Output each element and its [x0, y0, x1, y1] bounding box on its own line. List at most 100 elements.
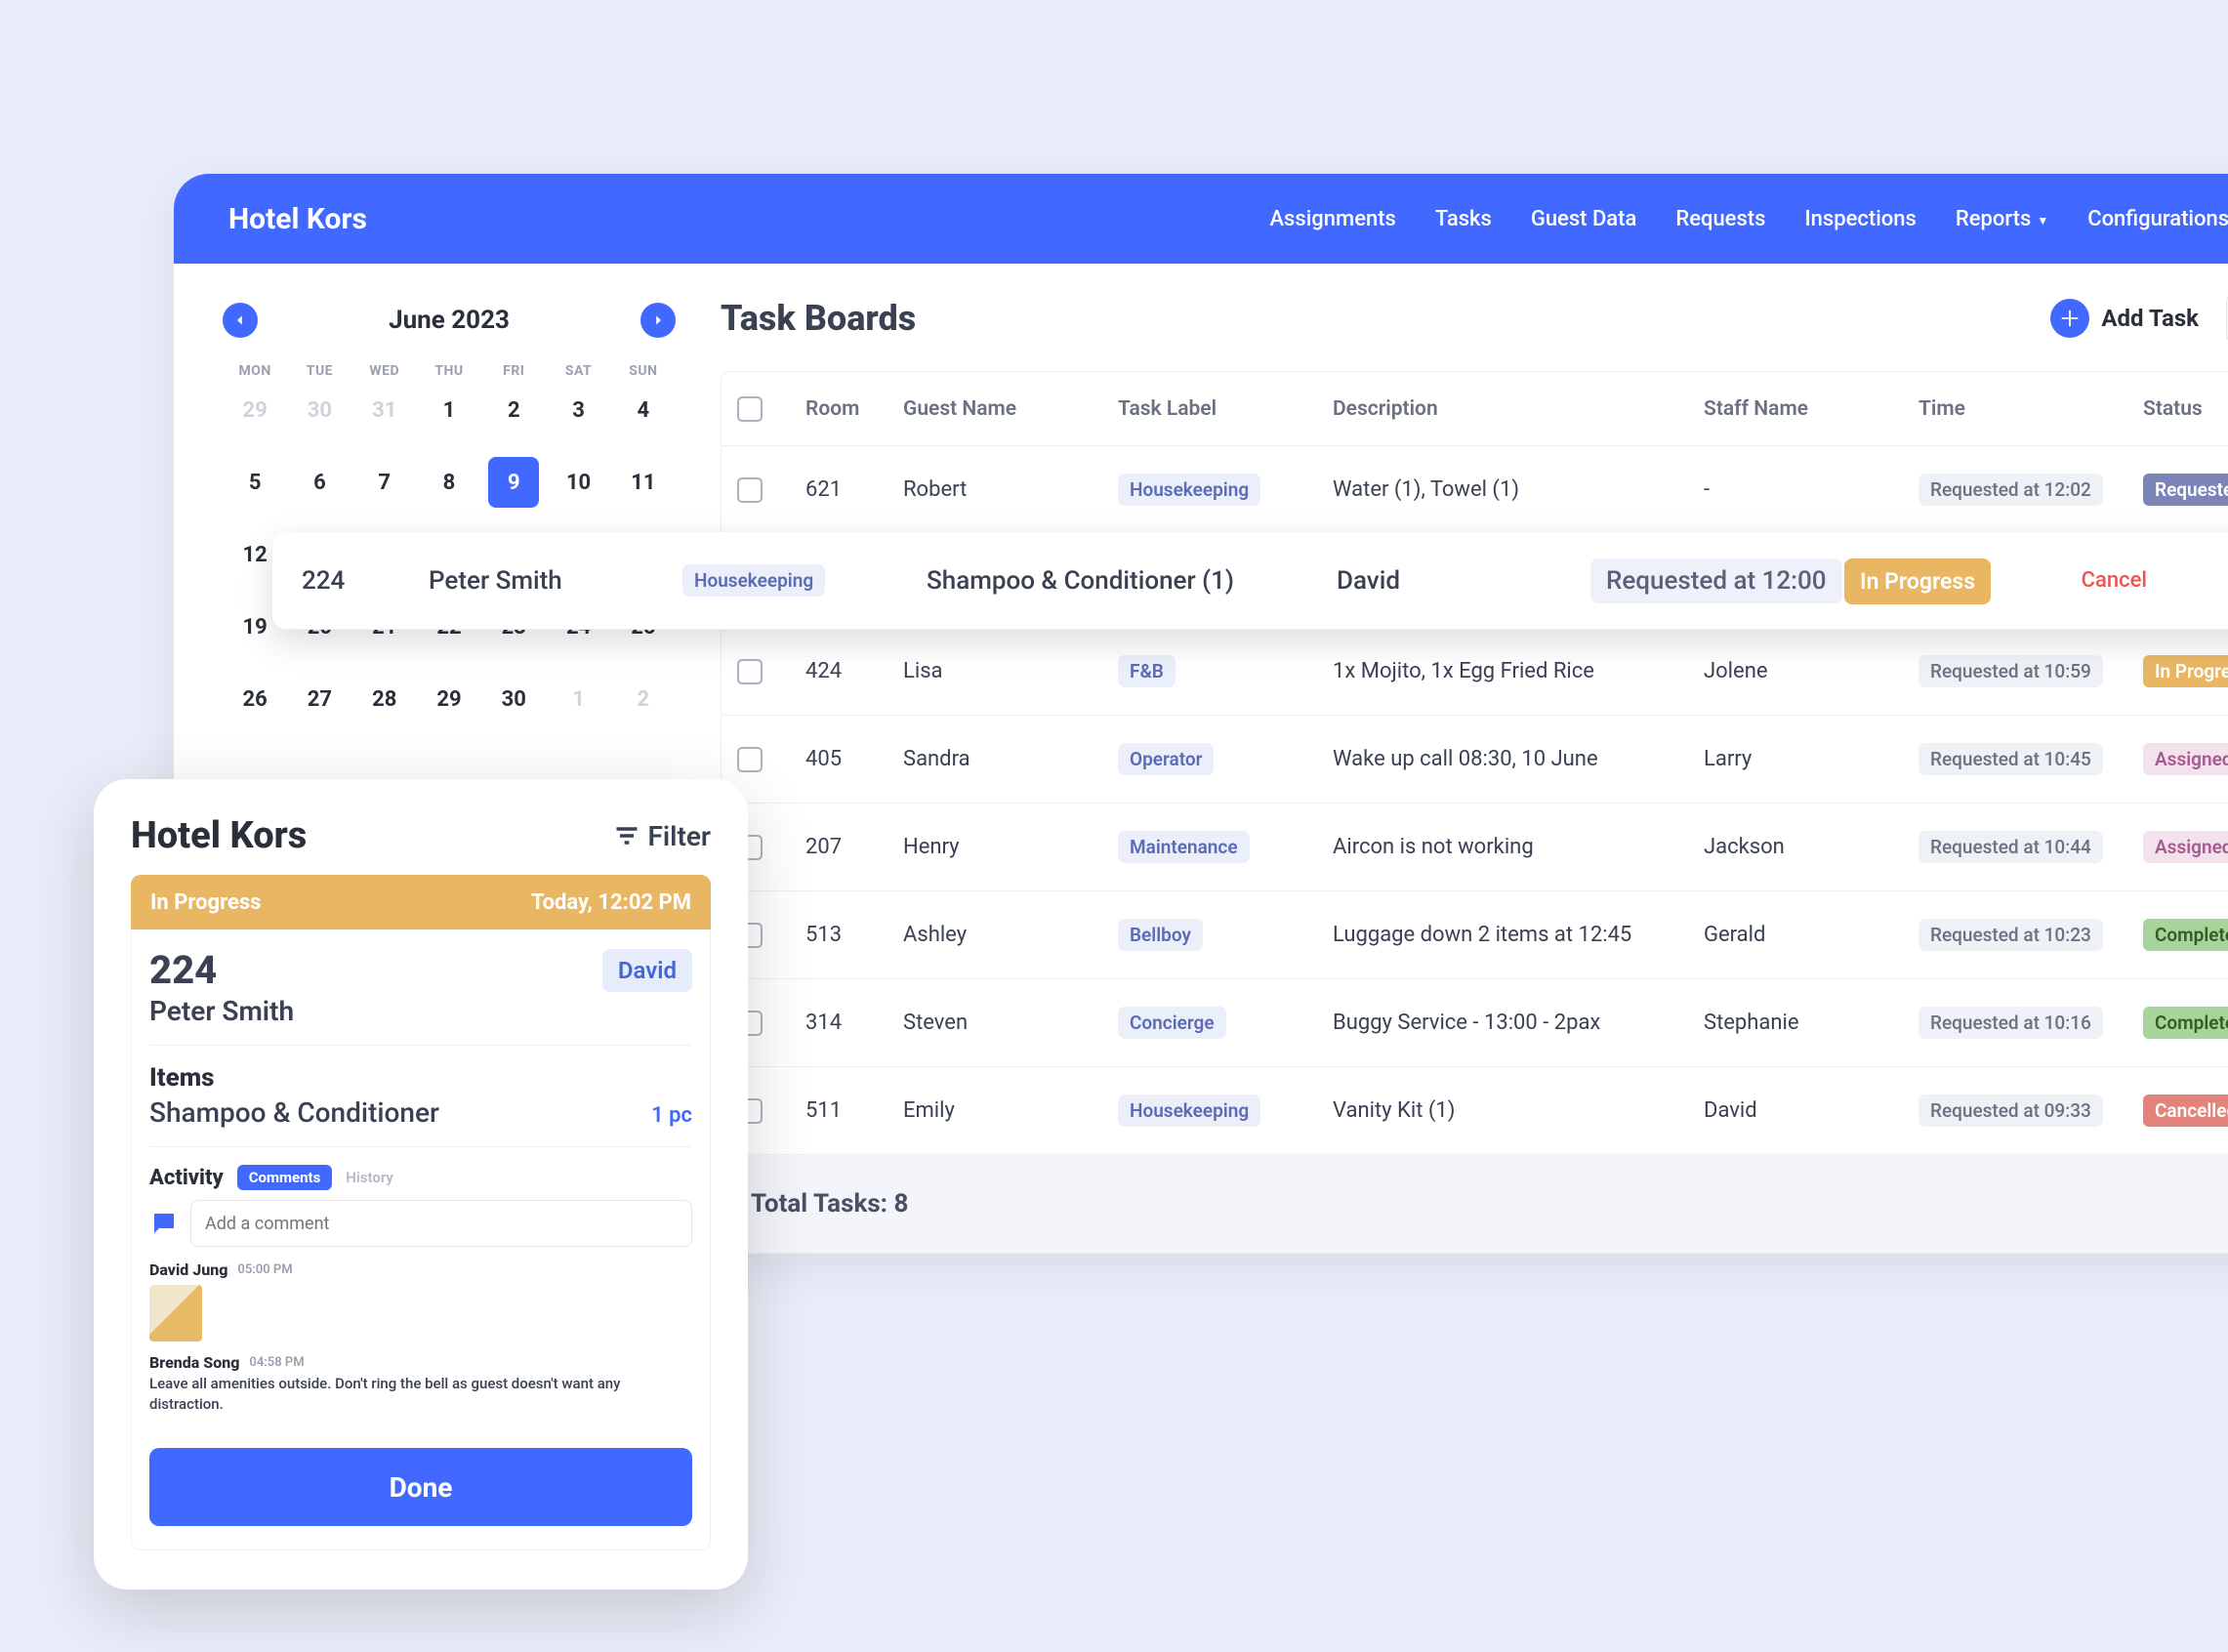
- nav-configurations-label: Configurations: [2087, 207, 2228, 231]
- nav-requests[interactable]: Requests: [1675, 207, 1765, 231]
- calendar-day-cell[interactable]: 3: [546, 391, 610, 430]
- row-checkbox[interactable]: [737, 747, 763, 772]
- tab-history[interactable]: History: [346, 1169, 393, 1186]
- select-all-checkbox[interactable]: [737, 396, 763, 422]
- table-row[interactable]: 405SandraOperatorWake up call 08:30, 10 …: [722, 716, 2228, 804]
- nav-inspections[interactable]: Inspections: [1804, 207, 1916, 231]
- cell-staff: David: [1337, 566, 1590, 596]
- nav-configurations[interactable]: Configurations▼: [2087, 207, 2228, 231]
- cell-staff: -: [1704, 477, 1919, 502]
- comment-input[interactable]: [190, 1200, 692, 1247]
- filter-label: Filter: [648, 820, 712, 852]
- nav-tasks[interactable]: Tasks: [1435, 207, 1492, 231]
- calendar-day-cell[interactable]: 26: [223, 680, 287, 719]
- log-text: Leave all amenities outside. Don't ring …: [149, 1374, 692, 1415]
- cell-time: Requested at 10:45: [1919, 743, 2103, 775]
- calendar-day-cell[interactable]: 1: [417, 391, 481, 430]
- calendar-day-cell[interactable]: 28: [352, 680, 417, 719]
- cell-label: Maintenance: [1118, 831, 1250, 863]
- cell-label: Housekeeping: [682, 564, 825, 597]
- cell-desc: 1x Mojito, 1x Egg Fried Rice: [1333, 659, 1704, 683]
- calendar-day-cell[interactable]: 29: [417, 680, 481, 719]
- table-row[interactable]: 207HenryMaintenanceAircon is not working…: [722, 804, 2228, 891]
- cell-status: In Progress: [2143, 655, 2228, 687]
- chat-icon: [149, 1209, 179, 1238]
- table-row[interactable]: 314StevenConciergeBuggy Service - 13:00 …: [722, 979, 2228, 1067]
- col-room: Room: [805, 397, 903, 421]
- calendar-day-cell[interactable]: 10: [546, 463, 610, 502]
- activity-log-entry: David Jung05:00 PM: [149, 1260, 692, 1342]
- cell-room: 405: [805, 747, 903, 771]
- calendar-day-cell[interactable]: 30: [481, 680, 546, 719]
- item-name: Shampoo & Conditioner: [149, 1096, 439, 1129]
- table-row[interactable]: 424LisaF&B1x Mojito, 1x Egg Fried RiceJo…: [722, 628, 2228, 716]
- cell-staff: Stephanie: [1704, 1011, 1919, 1035]
- calendar-day-cell[interactable]: 31: [352, 391, 417, 430]
- cell-room: 621: [805, 477, 903, 502]
- nav-reports[interactable]: Reports▼: [1956, 207, 2048, 231]
- calendar-next-button[interactable]: [640, 303, 676, 338]
- calendar-day-cell[interactable]: 27: [287, 680, 351, 719]
- cell-guest: Robert: [903, 477, 1118, 502]
- task-table: Room Guest Name Task Label Description S…: [721, 371, 2228, 1254]
- cell-staff: David: [1704, 1098, 1919, 1123]
- calendar-prev-button[interactable]: [223, 303, 258, 338]
- calendar-day-cell[interactable]: 5: [223, 463, 287, 502]
- table-header: Room Guest Name Task Label Description S…: [722, 372, 2228, 446]
- table-row[interactable]: 511EmilyHousekeepingVanity Kit (1)DavidR…: [722, 1067, 2228, 1155]
- cell-label: F&B: [1118, 655, 1176, 687]
- nav-reports-label: Reports: [1956, 207, 2031, 231]
- calendar-day-cell[interactable]: 9: [488, 457, 539, 508]
- calendar-day-cell[interactable]: 2: [611, 680, 676, 719]
- staff-chip[interactable]: David: [602, 949, 692, 992]
- calendar-day-cell[interactable]: 11: [611, 463, 676, 502]
- calendar-day-cell[interactable]: 7: [352, 463, 417, 502]
- tab-comments[interactable]: Comments: [237, 1165, 333, 1190]
- cell-time: Requested at 12:02: [1919, 474, 2103, 506]
- calendar-day-cell[interactable]: 8: [417, 463, 481, 502]
- cell-time: Requested at 10:59: [1919, 655, 2103, 687]
- done-button[interactable]: Done: [149, 1448, 692, 1526]
- calendar-day-cell[interactable]: 6: [287, 463, 351, 502]
- col-staff-name: Staff Name: [1704, 397, 1919, 421]
- calendar-day-cell[interactable]: 4: [611, 391, 676, 430]
- calendar-day-cell[interactable]: 29: [223, 391, 287, 430]
- calendar-day-cell[interactable]: 1: [546, 680, 610, 719]
- divider: [149, 1045, 692, 1046]
- cell-time: Requested at 10:23: [1919, 919, 2103, 951]
- board-area: Task Boards Add Task Room Guest N: [721, 264, 2228, 1254]
- item-qty: 1 pc: [651, 1103, 692, 1128]
- highlight-row[interactable]: 224 Peter Smith Housekeeping Shampoo & C…: [272, 532, 2228, 630]
- guest-name: Peter Smith: [149, 995, 692, 1027]
- calendar-dow-cell: TUE: [287, 363, 351, 379]
- cell-status: Requested: [2143, 474, 2228, 506]
- cell-guest: Peter Smith: [429, 566, 682, 596]
- table-row[interactable]: 513AshleyBellboyLuggage down 2 items at …: [722, 891, 2228, 979]
- cell-desc: Vanity Kit (1): [1333, 1098, 1704, 1123]
- cancel-link[interactable]: Cancel: [2010, 568, 2147, 593]
- mobile-brand: Hotel Kors: [131, 814, 307, 857]
- mobile-window: Hotel Kors Filter In Progress Today, 12:…: [94, 779, 748, 1590]
- cell-status: Completed: [2143, 1007, 2228, 1039]
- log-thumbnail[interactable]: [149, 1285, 202, 1342]
- cell-room: 207: [805, 835, 903, 859]
- status-bar: In Progress Today, 12:02 PM: [131, 875, 711, 929]
- col-status: Status: [2143, 397, 2228, 421]
- filter-button[interactable]: Filter: [613, 820, 712, 852]
- log-author: Brenda Song: [149, 1353, 239, 1372]
- cell-staff: Larry: [1704, 747, 1919, 771]
- calendar-day-cell[interactable]: 30: [287, 391, 351, 430]
- row-checkbox[interactable]: [737, 477, 763, 503]
- cell-label: Bellboy: [1118, 919, 1203, 951]
- desktop-topbar: Hotel Kors Assignments Tasks Guest Data …: [174, 174, 2228, 264]
- calendar-day-cell[interactable]: 2: [481, 391, 546, 430]
- add-task-button[interactable]: Add Task: [2050, 299, 2199, 338]
- nav-assignments[interactable]: Assignments: [1269, 207, 1395, 231]
- nav-guest-data[interactable]: Guest Data: [1531, 207, 1637, 231]
- col-time: Time: [1919, 397, 2143, 421]
- cell-time: Requested at 10:44: [1919, 831, 2103, 863]
- filter-icon: [613, 822, 640, 849]
- table-row[interactable]: 621RobertHousekeepingWater (1), Towel (1…: [722, 446, 2228, 534]
- cell-desc: Water (1), Towel (1): [1333, 477, 1704, 502]
- row-checkbox[interactable]: [737, 659, 763, 684]
